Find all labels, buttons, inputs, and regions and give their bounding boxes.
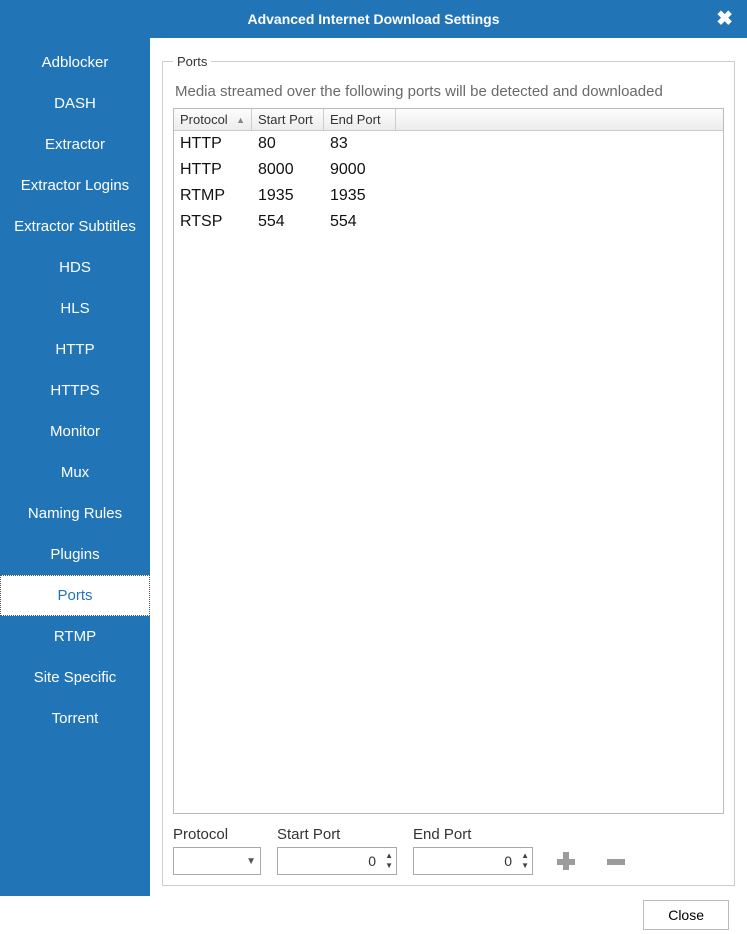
start-port-field: Start Port 0 ▲▼ <box>277 826 397 875</box>
sidebar-item-extractor[interactable]: Extractor <box>0 124 150 165</box>
cell-start: 8000 <box>252 159 324 181</box>
sidebar-item-site-specific[interactable]: Site Specific <box>0 657 150 698</box>
end-port-spinner[interactable]: 0 ▲▼ <box>413 847 533 875</box>
sidebar-item-http[interactable]: HTTP <box>0 329 150 370</box>
table-row[interactable]: RTSP554554 <box>174 209 723 235</box>
titlebar: Advanced Internet Download Settings ✖ <box>0 0 747 38</box>
group-legend: Ports <box>173 54 211 69</box>
cell-start: 554 <box>252 211 324 233</box>
cell-end: 83 <box>324 133 396 155</box>
spinner-arrows-icon: ▲▼ <box>521 849 529 873</box>
content-panel: Ports Media streamed over the following … <box>150 38 747 896</box>
sidebar-item-ports[interactable]: Ports <box>0 575 150 616</box>
sort-asc-icon: ▲ <box>236 115 245 125</box>
start-port-value: 0 <box>278 853 396 869</box>
sidebar-item-torrent[interactable]: Torrent <box>0 698 150 739</box>
cell-protocol: HTTP <box>174 133 252 155</box>
table-row[interactable]: RTMP19351935 <box>174 183 723 209</box>
sidebar-item-rtmp[interactable]: RTMP <box>0 616 150 657</box>
start-port-label: Start Port <box>277 826 397 843</box>
minus-icon <box>604 849 628 873</box>
window-title: Advanced Internet Download Settings <box>247 11 499 27</box>
sidebar-item-naming-rules[interactable]: Naming Rules <box>0 493 150 534</box>
entry-form: Protocol ▼ Start Port 0 ▲▼ End Port <box>173 826 724 875</box>
sidebar-item-adblocker[interactable]: Adblocker <box>0 42 150 83</box>
protocol-field: Protocol ▼ <box>173 826 261 875</box>
group-description: Media streamed over the following ports … <box>175 83 724 100</box>
chevron-down-icon: ▼ <box>246 856 256 867</box>
add-button[interactable] <box>549 847 583 875</box>
spinner-arrows-icon: ▲▼ <box>385 849 393 873</box>
protocol-label: Protocol <box>173 826 261 843</box>
col-end-label: End Port <box>330 112 381 127</box>
end-port-field: End Port 0 ▲▼ <box>413 826 533 875</box>
plus-icon <box>554 849 578 873</box>
table-header: Protocol ▲ Start Port End Port <box>174 109 723 131</box>
sidebar-item-mux[interactable]: Mux <box>0 452 150 493</box>
close-icon[interactable]: ✖ <box>716 6 733 31</box>
sidebar-item-hds[interactable]: HDS <box>0 247 150 288</box>
main: AdblockerDASHExtractorExtractor LoginsEx… <box>0 38 747 896</box>
col-end-port[interactable]: End Port <box>324 109 396 130</box>
ports-table: Protocol ▲ Start Port End Port HTTP8083H… <box>173 108 724 814</box>
cell-start: 1935 <box>252 185 324 207</box>
remove-button[interactable] <box>599 847 633 875</box>
col-spacer <box>396 109 723 130</box>
cell-end: 9000 <box>324 159 396 181</box>
sidebar-item-plugins[interactable]: Plugins <box>0 534 150 575</box>
end-port-label: End Port <box>413 826 533 843</box>
table-body: HTTP8083HTTP80009000RTMP19351935RTSP5545… <box>174 131 723 813</box>
sidebar-item-extractor-subtitles[interactable]: Extractor Subtitles <box>0 206 150 247</box>
col-protocol-label: Protocol <box>180 112 228 127</box>
ports-group: Ports Media streamed over the following … <box>162 54 735 886</box>
col-start-label: Start Port <box>258 112 313 127</box>
cell-end: 1935 <box>324 185 396 207</box>
sidebar-item-hls[interactable]: HLS <box>0 288 150 329</box>
col-protocol[interactable]: Protocol ▲ <box>174 109 252 130</box>
cell-start: 80 <box>252 133 324 155</box>
cell-protocol: RTSP <box>174 211 252 233</box>
cell-end: 554 <box>324 211 396 233</box>
sidebar: AdblockerDASHExtractorExtractor LoginsEx… <box>0 38 150 896</box>
table-row[interactable]: HTTP8083 <box>174 131 723 157</box>
cell-protocol: HTTP <box>174 159 252 181</box>
dialog-footer: Close <box>0 896 747 934</box>
close-button[interactable]: Close <box>643 900 729 930</box>
sidebar-item-monitor[interactable]: Monitor <box>0 411 150 452</box>
protocol-combobox[interactable]: ▼ <box>173 847 261 875</box>
col-start-port[interactable]: Start Port <box>252 109 324 130</box>
sidebar-item-extractor-logins[interactable]: Extractor Logins <box>0 165 150 206</box>
end-port-value: 0 <box>414 853 532 869</box>
table-row[interactable]: HTTP80009000 <box>174 157 723 183</box>
sidebar-item-dash[interactable]: DASH <box>0 83 150 124</box>
sidebar-item-https[interactable]: HTTPS <box>0 370 150 411</box>
cell-protocol: RTMP <box>174 185 252 207</box>
start-port-spinner[interactable]: 0 ▲▼ <box>277 847 397 875</box>
